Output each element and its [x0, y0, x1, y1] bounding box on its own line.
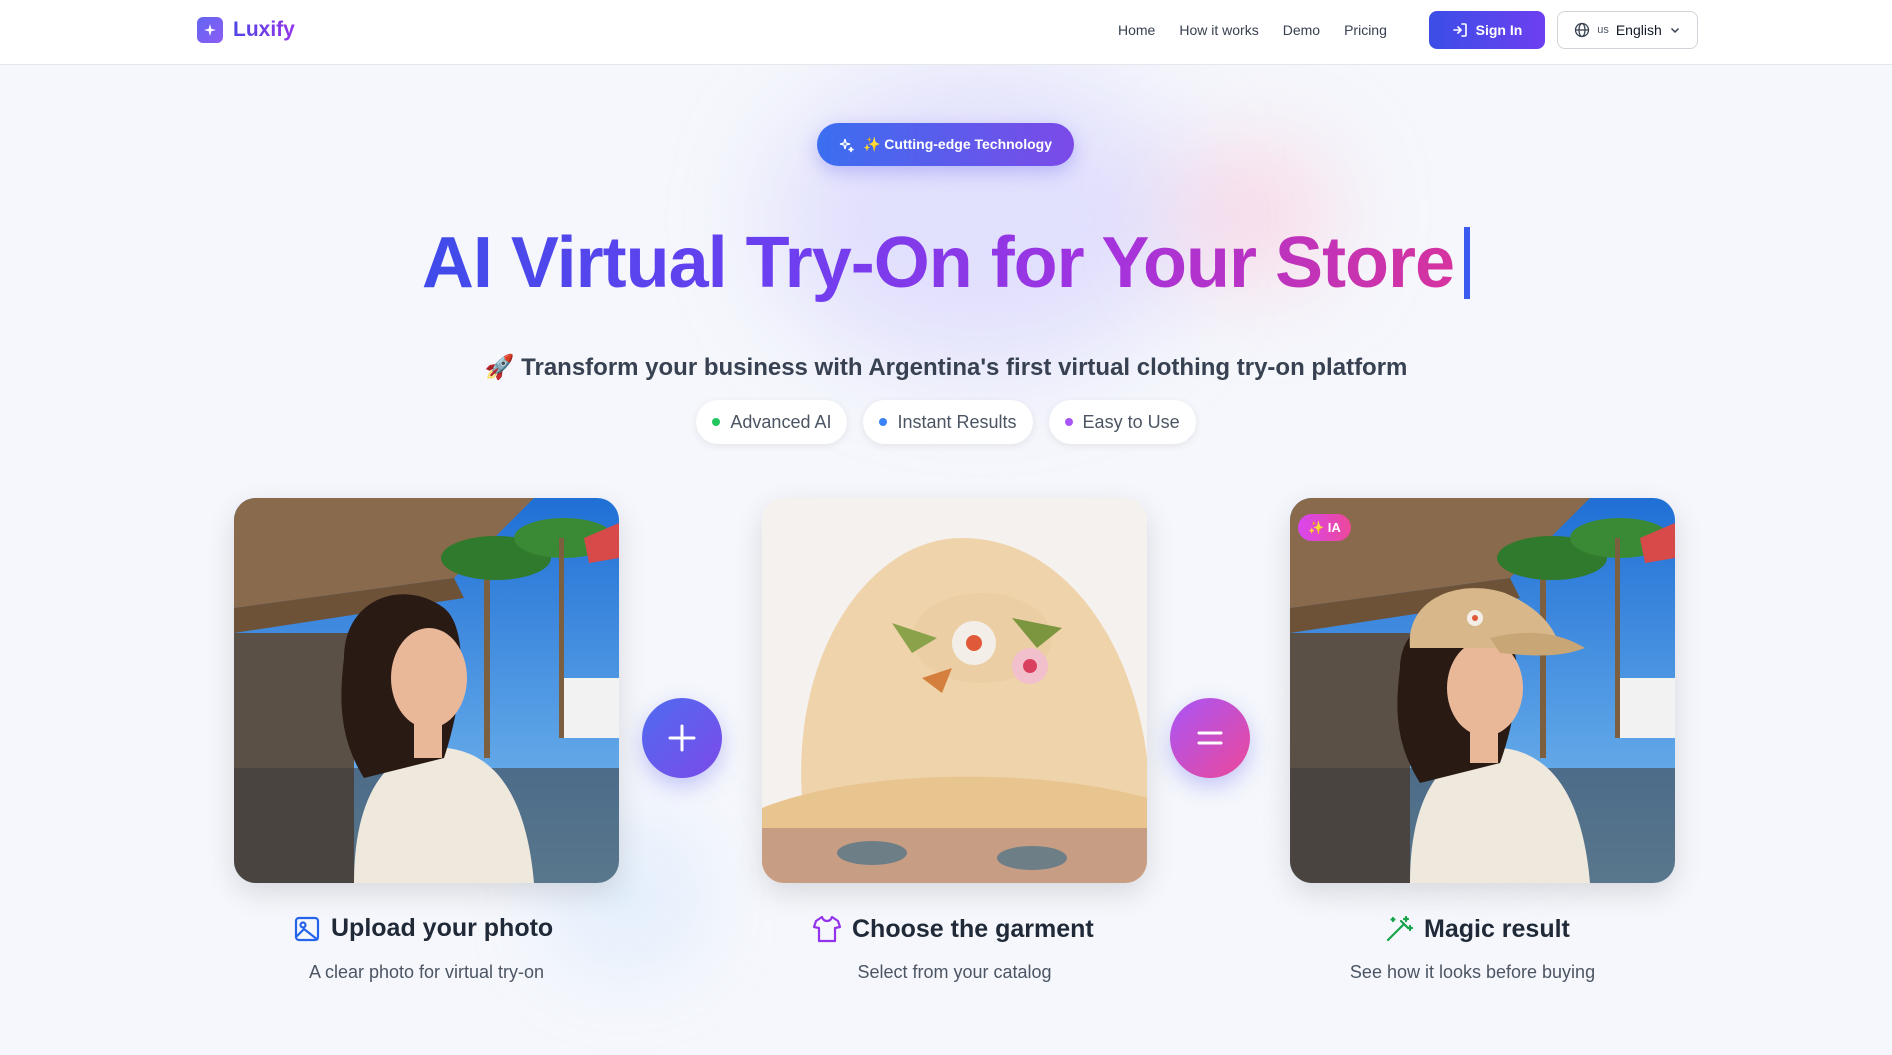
step-title-label: Upload your photo [331, 914, 554, 942]
sparkle-logo-icon [197, 17, 223, 43]
chevron-down-icon [1670, 27, 1679, 34]
status-dot [879, 418, 888, 426]
language-label: English [1615, 22, 1662, 38]
navbar: Luxify Home How it works Demo Pricing Si… [0, 0, 1892, 65]
step-result-title: Magic result [1384, 914, 1570, 944]
step-title-label: Choose the garment [852, 914, 1094, 943]
sign-in-icon [1452, 23, 1467, 37]
nav-link-pricing[interactable]: Pricing [1344, 22, 1387, 38]
nav-link-demo[interactable]: Demo [1283, 22, 1320, 38]
image-icon [294, 916, 320, 941]
language-selector[interactable]: us English [1557, 11, 1698, 49]
hero-title: AI Virtual Try-On for Your Store [0, 218, 1892, 308]
user-photo-card [234, 498, 619, 883]
globe-icon [1575, 22, 1590, 38]
pill-label: Instant Results [897, 411, 1017, 432]
pill-label: Advanced AI [730, 411, 832, 432]
sign-in-label: Sign In [1475, 22, 1523, 38]
step-upload-title: Upload your photo [293, 914, 553, 943]
garment-card [762, 498, 1147, 883]
step-upload-description: A clear photo for virtual try-on [308, 962, 545, 982]
nav-links: Home How it works Demo Pricing [1118, 22, 1387, 38]
feature-pills: Advanced AI Instant Results Easy to Use [0, 400, 1892, 444]
status-dot [1064, 418, 1073, 426]
magic-wand-icon [1386, 915, 1414, 942]
shirt-icon [812, 915, 842, 943]
hero-subtitle: 🚀 Transform your business with Argentina… [484, 354, 1408, 381]
logo[interactable]: Luxify [197, 17, 295, 43]
ai-badge: ✨ IA [1298, 514, 1351, 541]
result-card: ✨ IA [1290, 498, 1675, 883]
plus-icon [668, 724, 696, 752]
feature-pill-instant-results: Instant Results [863, 400, 1033, 444]
garment-image [762, 498, 1147, 883]
user-photo-image [234, 498, 619, 883]
result-image [1290, 498, 1675, 883]
badge-label: ✨ Cutting-edge Technology [862, 136, 1053, 152]
equals-operator [1170, 698, 1250, 778]
app-name: Luxify [233, 18, 295, 41]
nav-link-how-it-works[interactable]: How it works [1179, 22, 1258, 38]
pill-label: Easy to Use [1082, 411, 1180, 432]
step-title-label: Magic result [1424, 914, 1570, 943]
status-dot [712, 418, 721, 426]
sparkles-icon [839, 138, 854, 152]
feature-pill-advanced-ai: Advanced AI [696, 400, 848, 444]
technology-badge: ✨ Cutting-edge Technology [817, 123, 1074, 166]
step-result-description: See how it looks before buying [1349, 962, 1596, 982]
step-garment-title: Choose the garment [812, 914, 1094, 944]
nav-link-home[interactable]: Home [1118, 22, 1155, 38]
plus-operator [642, 698, 722, 778]
language-code: us [1597, 24, 1609, 36]
equals-icon [1197, 731, 1223, 745]
feature-pill-easy-to-use: Easy to Use [1048, 400, 1196, 444]
typing-cursor [1464, 227, 1471, 299]
sign-in-button[interactable]: Sign In [1429, 11, 1545, 49]
hero-title-text: AI Virtual Try-On for Your Store [421, 223, 1455, 303]
step-garment-description: Select from your catalog [857, 962, 1052, 982]
